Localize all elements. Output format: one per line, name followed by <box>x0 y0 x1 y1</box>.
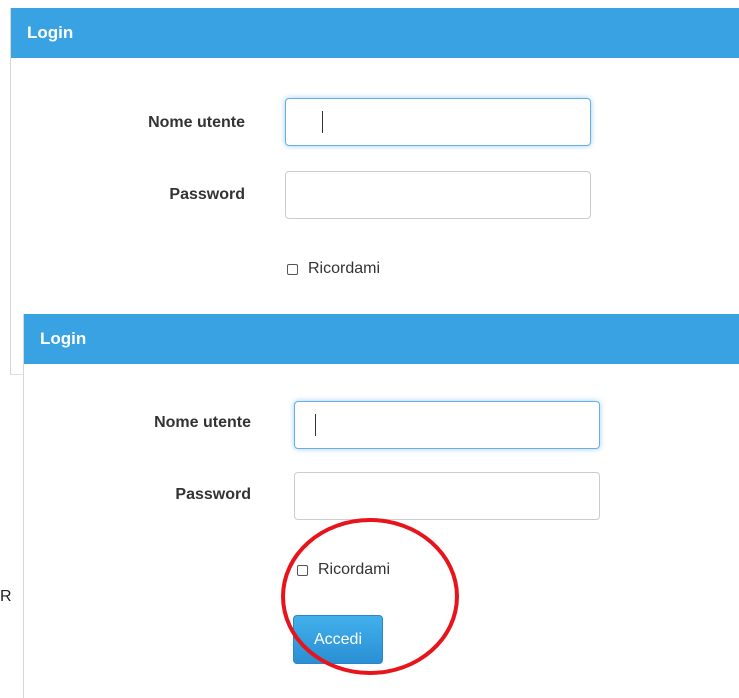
remember-me-row[interactable]: Ricordami <box>287 260 380 278</box>
username-input[interactable] <box>294 401 600 449</box>
screenshot-stage: Login Nome utente Password Ricordami Log… <box>0 0 739 698</box>
username-label: Nome utente <box>154 414 251 431</box>
stray-text: R <box>0 588 12 605</box>
text-caret <box>315 414 316 436</box>
remember-me-label: Ricordami <box>308 260 381 277</box>
unchecked-checkbox-icon[interactable] <box>287 263 298 275</box>
username-input[interactable] <box>285 98 591 146</box>
login-panel-heading: Login <box>11 8 739 58</box>
password-label: Password <box>175 486 251 503</box>
password-label: Password <box>169 186 245 203</box>
password-input[interactable] <box>294 472 600 520</box>
text-caret <box>322 111 323 133</box>
username-label: Nome utente <box>148 114 245 131</box>
password-input[interactable] <box>285 171 591 219</box>
red-annotation-circle <box>281 518 459 675</box>
login-panel-heading: Login <box>24 314 739 364</box>
